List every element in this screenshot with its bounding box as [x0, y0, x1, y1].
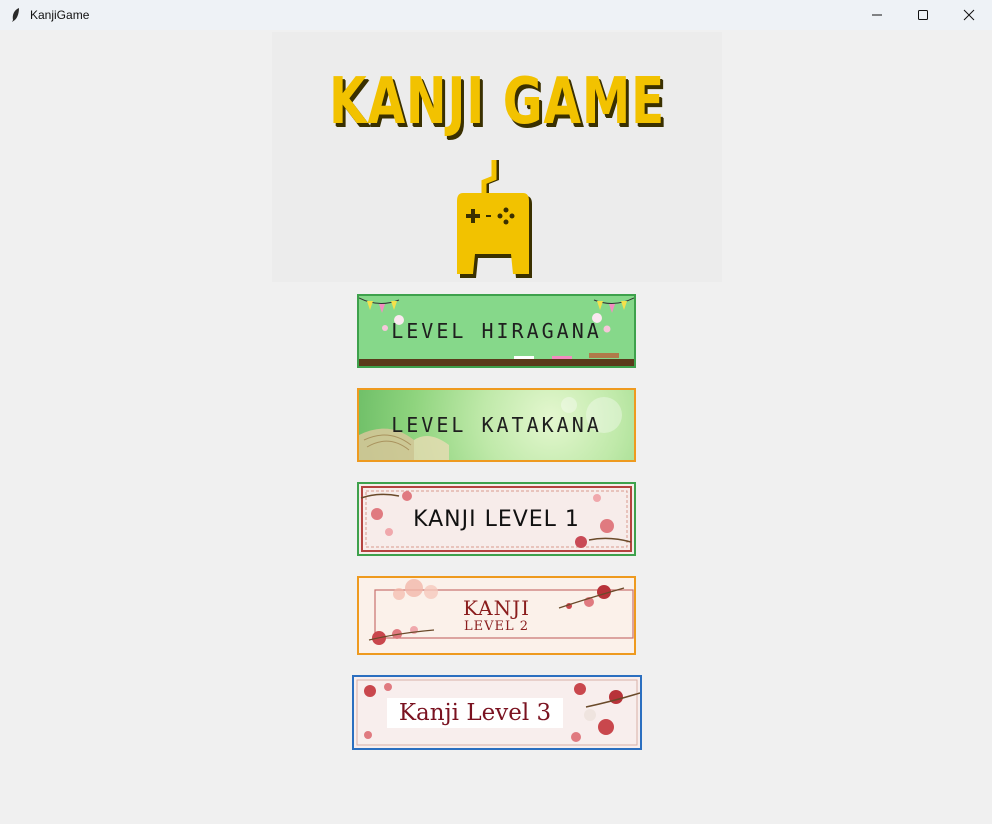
kanji-level-1-button[interactable]: KANJI LEVEL 1	[357, 482, 636, 556]
close-icon	[963, 9, 975, 21]
minimize-icon	[872, 14, 882, 16]
kanji-level-1-label: KANJI LEVEL 1	[413, 506, 580, 532]
level-hiragana-button[interactable]: LEVEL HIRAGANA	[357, 294, 636, 368]
level-katakana-button[interactable]: LEVEL KATAKANA	[357, 388, 636, 462]
kanji-level-2-label: KANJI LEVEL 2	[463, 598, 530, 633]
kanji-level-3-button[interactable]: Kanji Level 3	[352, 675, 642, 750]
kanji-level-2-label-line2: LEVEL 2	[463, 619, 530, 634]
feather-icon	[10, 8, 22, 22]
level-hiragana-label: LEVEL HIRAGANA	[391, 319, 602, 343]
kanji-level-2-button[interactable]: KANJI LEVEL 2	[357, 576, 636, 655]
banner: KANJI GAME	[272, 32, 722, 282]
window-title: KanjiGame	[30, 8, 90, 22]
minimize-button[interactable]	[854, 0, 900, 30]
maximize-icon	[918, 10, 928, 20]
close-button[interactable]	[946, 0, 992, 30]
kanji-level-2-label-line1: KANJI	[463, 596, 530, 620]
maximize-button[interactable]	[900, 0, 946, 30]
kanji-level-3-label: Kanji Level 3	[386, 697, 564, 728]
window-titlebar: KanjiGame	[0, 0, 992, 30]
game-logo-text: KANJI GAME	[329, 65, 665, 139]
gamepad-icon	[457, 160, 532, 278]
level-katakana-label: LEVEL KATAKANA	[391, 413, 602, 437]
